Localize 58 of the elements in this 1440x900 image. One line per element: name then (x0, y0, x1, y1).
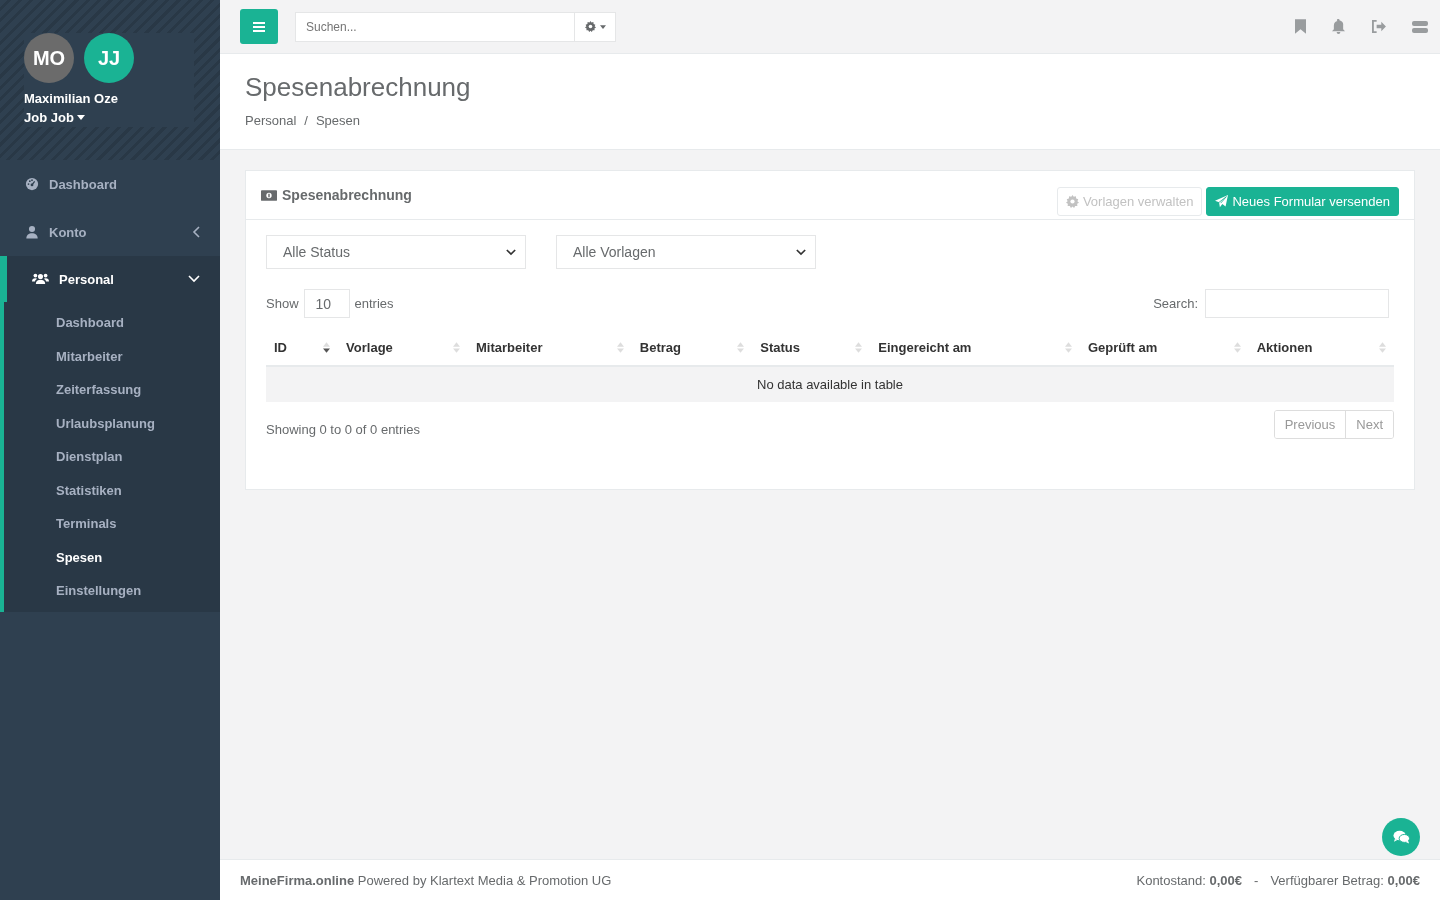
nav-subitem[interactable]: Mitarbeiter (4, 339, 220, 373)
breadcrumb-link[interactable]: Personal (245, 113, 297, 128)
chevron-down-icon (188, 275, 200, 283)
role-dropdown[interactable]: Job Job (24, 110, 85, 125)
page-title: Spesenabrechnung (245, 72, 472, 103)
nav-subitem[interactable]: Spesen (0, 540, 220, 574)
breadcrumb-link[interactable]: Spesen (315, 113, 361, 128)
money-icon (261, 189, 277, 201)
nav-subitem[interactable]: Dashboard (4, 306, 220, 340)
user-icon (25, 225, 39, 239)
entries-label: entries (354, 296, 394, 311)
settings-dropdown[interactable] (575, 11, 616, 42)
table-search-field[interactable] (1205, 289, 1389, 318)
table-info: Showing 0 to 0 of 0 entries (266, 422, 420, 437)
nav-subitem[interactable]: Terminals (4, 507, 220, 541)
nav-item[interactable]: Konto (0, 208, 220, 256)
page-length-select[interactable]: 10 (303, 289, 350, 318)
notification-bell-icon[interactable] (1332, 19, 1345, 34)
caret-icon (599, 24, 606, 29)
nav-subitem[interactable]: Statistiken (4, 473, 220, 507)
menu-icon (253, 21, 265, 32)
avatar: JJ (84, 33, 134, 83)
user-name: Maximilian Oze (24, 91, 119, 106)
chevron-down-icon (796, 248, 806, 256)
panel-title: Spesenabrechnung (282, 187, 412, 203)
breadcrumb-separator: / (304, 113, 308, 128)
gauge-icon (25, 177, 39, 191)
footer-credit: MeineFirma.online Powered by Klartext Media & Promotion UG (240, 872, 612, 888)
balance-text: Verfügbarer Betrag: 0,00€ (1270, 872, 1420, 888)
nav-subitem[interactable]: Zeiterfassung (4, 373, 220, 407)
chevron-down-icon (506, 248, 516, 256)
chevron-left-icon (192, 226, 200, 238)
filter-select[interactable]: Alle Vorlagen (556, 235, 816, 269)
empty-table-message: No data available in table (266, 366, 1394, 402)
show-label: Show (266, 296, 299, 311)
settings-icon (1065, 194, 1079, 208)
pagination-button[interactable]: Next (1345, 411, 1393, 438)
users-icon (32, 272, 49, 286)
bookmark-icon[interactable] (1295, 19, 1306, 34)
balance-text: Kontostand: 0,00€ (1136, 872, 1243, 888)
search-label: Search: (1153, 296, 1198, 311)
nav-subitem[interactable]: Einstellungen (4, 574, 220, 608)
filter-select[interactable]: Alle Status (266, 235, 526, 269)
menu-button[interactable] (240, 9, 278, 44)
logout-icon[interactable] (1371, 20, 1386, 33)
footer-separator: - (1254, 872, 1259, 888)
nav-item[interactable]: Dashboard (0, 160, 220, 208)
nav-item[interactable]: Personal (0, 256, 220, 302)
paper-plane-icon (1215, 194, 1229, 208)
nav-subitem[interactable]: Dienstplan (4, 440, 220, 474)
search-field[interactable]: Suchen... (295, 11, 575, 42)
settings-icon (584, 21, 596, 32)
server-icon[interactable] (1412, 20, 1428, 33)
nav-subitem[interactable]: Urlaubsplanung (4, 406, 220, 440)
avatar: MO (24, 33, 74, 83)
caret-icon (76, 115, 85, 120)
chat-bubbles-icon (1392, 830, 1410, 844)
chat-button[interactable] (1382, 818, 1420, 856)
